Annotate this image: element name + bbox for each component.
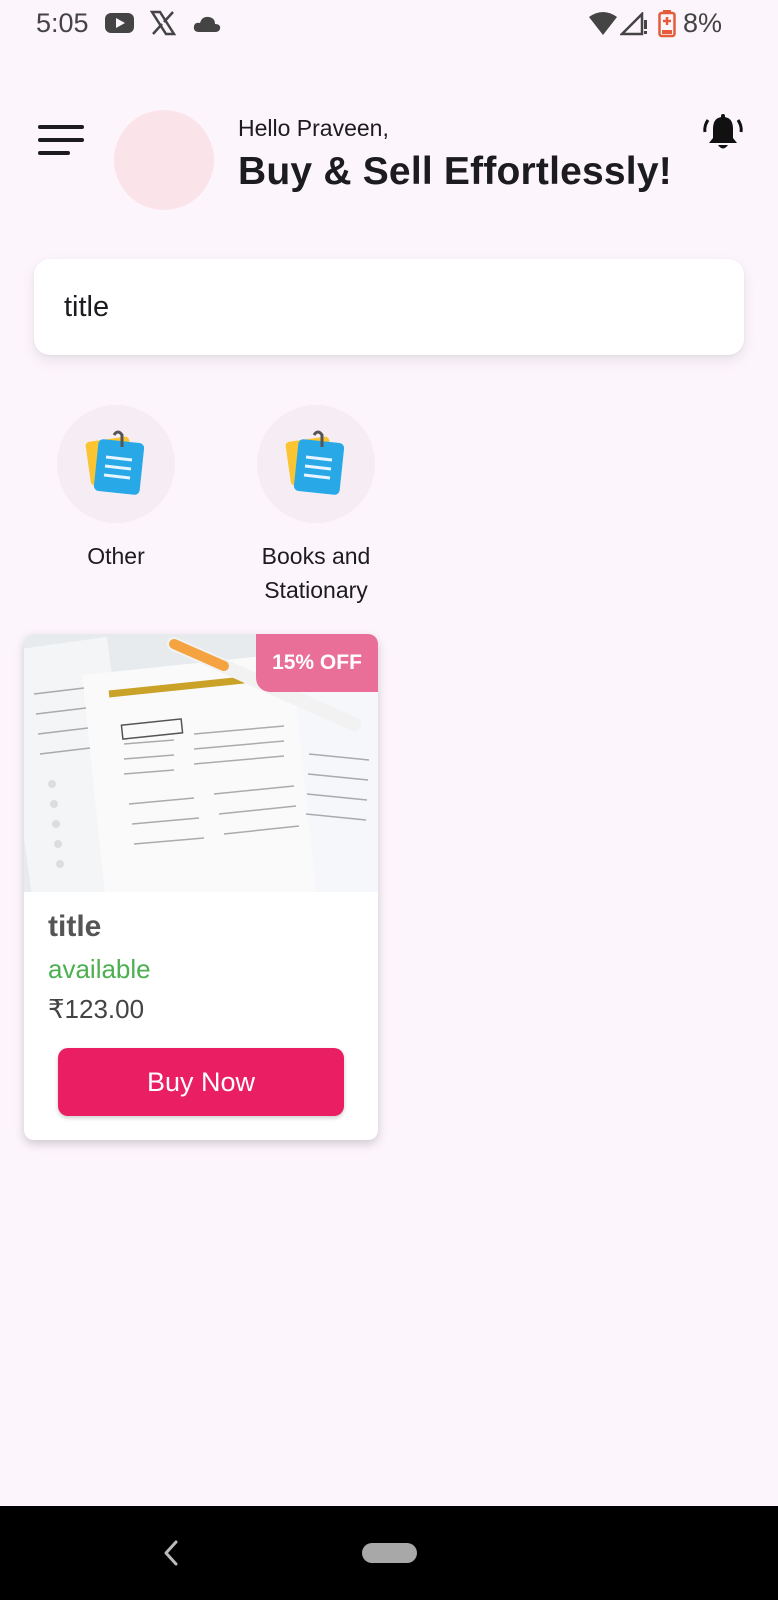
youtube-icon — [105, 13, 134, 33]
product-status: available — [48, 954, 151, 984]
category-icon-container — [57, 405, 175, 523]
back-icon[interactable] — [160, 1536, 182, 1570]
notepad-icon — [85, 430, 145, 495]
category-books-stationary[interactable]: Books and Stationary — [216, 405, 416, 607]
product-price: ₹123.00 — [48, 994, 145, 1024]
status-time: 5:05 — [36, 8, 89, 38]
search-box[interactable] — [34, 259, 744, 355]
greeting-text: Hello Praveen, — [238, 115, 389, 141]
menu-icon[interactable] — [38, 125, 84, 159]
notepad-icon — [285, 430, 345, 495]
product-title: title — [48, 910, 102, 943]
search-input[interactable] — [64, 259, 704, 355]
home-pill[interactable] — [362, 1543, 417, 1563]
headline-text: Buy & Sell Effortlessly! — [238, 150, 672, 193]
battery-level: 8% — [682, 8, 722, 38]
buy-now-button[interactable]: Buy Now — [58, 1048, 344, 1116]
product-image[interactable]: 15% OFF — [24, 634, 378, 892]
category-other[interactable]: Other — [16, 405, 216, 573]
x-icon — [150, 10, 176, 36]
signal-icon — [620, 12, 647, 36]
wifi-icon — [589, 12, 617, 35]
notification-bell-icon[interactable] — [702, 112, 744, 154]
discount-badge: 15% OFF — [256, 634, 378, 692]
cloud-icon — [193, 16, 221, 32]
avatar[interactable] — [114, 110, 214, 210]
system-nav-bar — [0, 1506, 778, 1600]
category-icon-container — [257, 405, 375, 523]
battery-icon — [658, 10, 676, 38]
category-label: Books and Stationary — [261, 543, 371, 603]
status-bar: 5:05 8% — [0, 0, 778, 48]
category-label: Other — [87, 543, 145, 569]
product-card[interactable]: 15% OFF title available ₹123.00 Buy Now — [24, 634, 378, 1140]
